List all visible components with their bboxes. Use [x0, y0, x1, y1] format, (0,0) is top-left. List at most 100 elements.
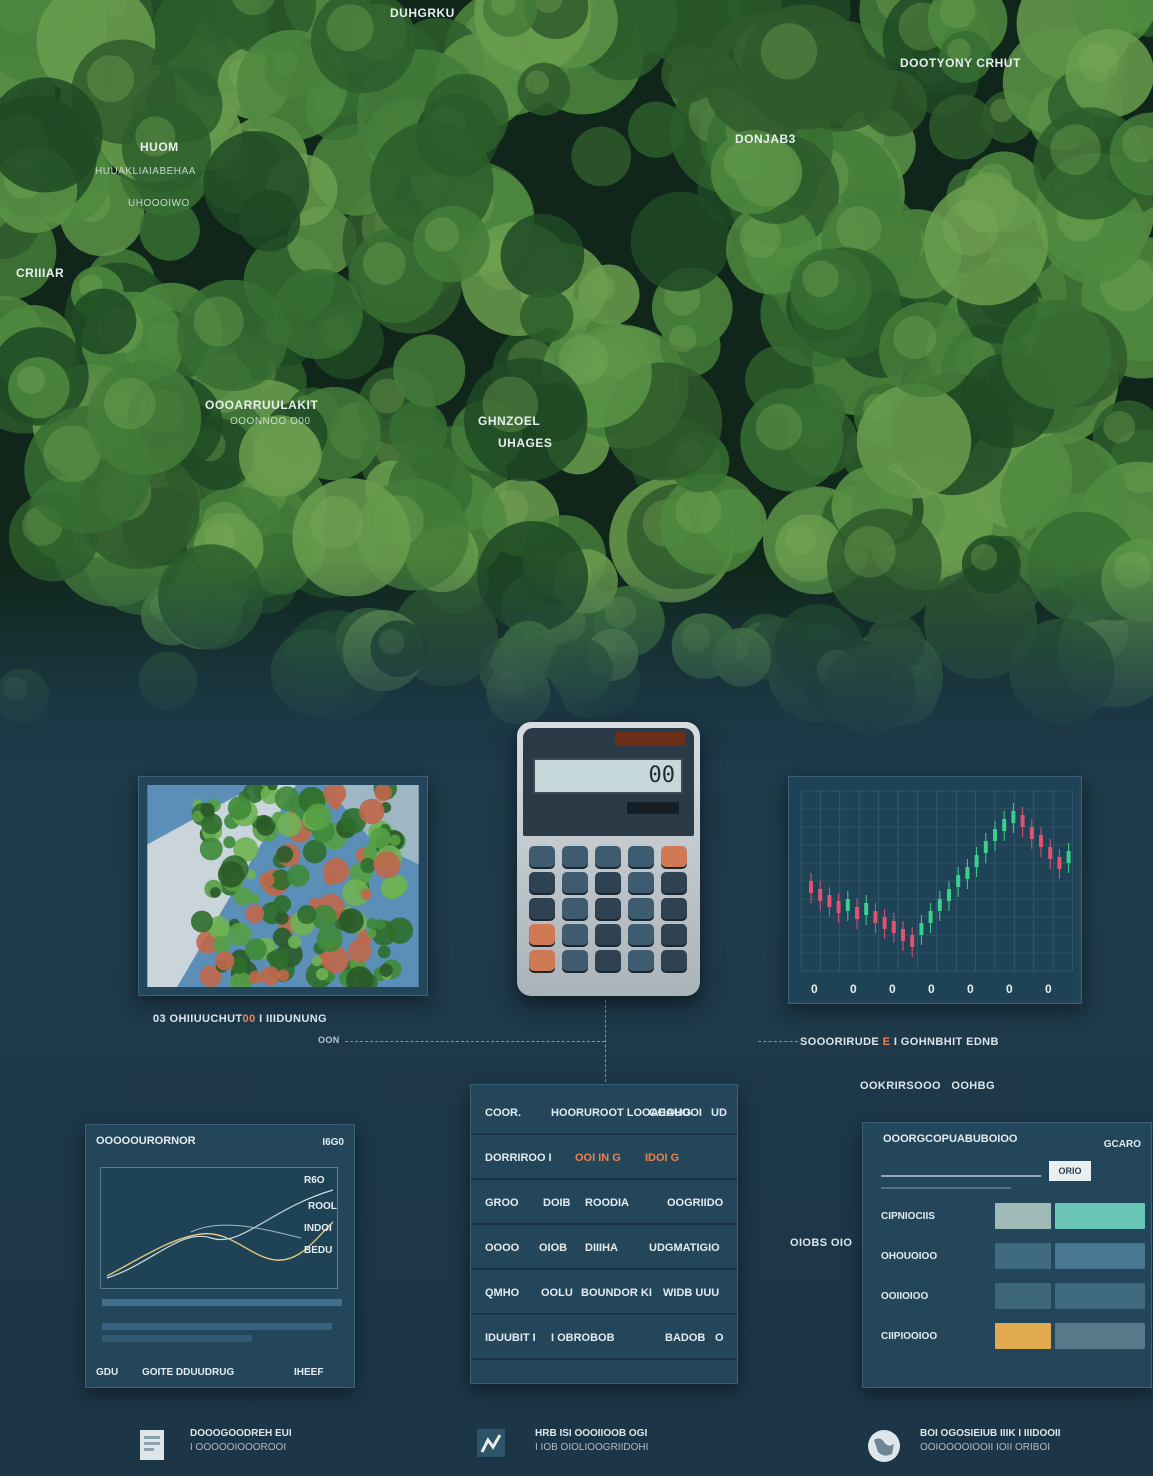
- settings-option[interactable]: [1055, 1243, 1145, 1269]
- settings-option[interactable]: [1055, 1203, 1145, 1229]
- table-row[interactable]: GROO DOIB ROODIA OOGRIIDO: [471, 1183, 737, 1225]
- calc-key[interactable]: [628, 872, 654, 893]
- divider: [881, 1187, 1011, 1189]
- photo-caption: 03 OHIIUUCHUT00 I IIIDUNUNG: [153, 1013, 328, 1025]
- chart-x-tick: 0: [1045, 982, 1052, 996]
- forest-label-top-right: DOOTYONY CRHUT: [900, 56, 1021, 70]
- table-row[interactable]: OOOO OIOB DIIIHA UDGMATIGIO: [471, 1228, 737, 1270]
- forest-label-lower-left: OOOARRUULAKIT: [205, 398, 319, 412]
- solar-panel: [615, 732, 685, 746]
- data-table-card: COOR. HOORUROOT LOOAEAUOOI OOOHG UD DORRIROO…: [470, 1084, 738, 1384]
- settings-badge: GCARO: [1103, 1139, 1141, 1150]
- calc-key[interactable]: [595, 924, 621, 945]
- calculator-label-strip: [627, 802, 679, 814]
- aerial-photo-panel: [138, 776, 428, 996]
- table-cell: BADOB: [665, 1332, 706, 1344]
- calc-key[interactable]: [529, 924, 555, 945]
- calc-key[interactable]: [628, 950, 654, 971]
- table-row[interactable]: QMHO OOLU BOUNDOR KI WIDB UUU: [471, 1273, 737, 1315]
- forest-label-far-left: CRIIIAR: [16, 266, 65, 280]
- settings-label: OOIIOIOO: [881, 1291, 929, 1302]
- calc-key[interactable]: [562, 846, 588, 867]
- footer-item-1: DOOOGOODREH EUI I OOOOOIOOOROOI: [190, 1428, 292, 1453]
- candlestick-chart: 0 0 0 0 0 0 0: [789, 777, 1079, 1001]
- chart-x-tick: 0: [967, 982, 974, 996]
- calc-key[interactable]: [595, 872, 621, 893]
- dash-label-left: OON: [318, 1035, 340, 1045]
- settings-option[interactable]: [1055, 1283, 1145, 1309]
- table-cell: OOLU: [541, 1287, 573, 1299]
- settings-option[interactable]: [995, 1323, 1051, 1349]
- table-cell: IDUUBIT I: [485, 1332, 536, 1344]
- calc-key[interactable]: [562, 898, 588, 919]
- slider-track[interactable]: [881, 1175, 1041, 1177]
- chart-x-tick: 0: [1006, 982, 1013, 996]
- calc-key[interactable]: [661, 898, 687, 919]
- forest-label-center-2: UHAGES: [498, 436, 553, 450]
- calc-key[interactable]: [661, 950, 687, 971]
- settings-option[interactable]: [1055, 1323, 1145, 1349]
- settings-option[interactable]: [995, 1283, 1051, 1309]
- line-legend-4: BEDU: [304, 1245, 333, 1256]
- table-cell: OOOO: [485, 1242, 520, 1254]
- table-cell: UDGMATIGIO: [649, 1242, 720, 1254]
- footer-item-3: BOI OGOSIEIUB IIIK I IIIDOOII OOIOOOOIOOI…: [920, 1428, 1061, 1453]
- connector-left: [345, 1041, 605, 1042]
- text-line: [102, 1299, 342, 1306]
- infographic: DUHGRKU DOOTYONY CRHUT DONJAB3 HUOM HUUA…: [0, 0, 1153, 1476]
- calc-key-clear[interactable]: [661, 846, 687, 867]
- calc-key[interactable]: [529, 950, 555, 971]
- settings-card: OOORGCOPUABUBOIOO GCARO ORIO CIPNIOCIIS O…: [862, 1122, 1152, 1388]
- aerial-photo-image: [147, 785, 419, 987]
- settings-label: CIPNIOCIIS: [881, 1211, 935, 1222]
- forest-label-left-3: UHOOOIWO: [128, 198, 190, 209]
- settings-title: OOORGCOPUABUBOIOO: [883, 1133, 1018, 1145]
- forest-label-left-2: HUUAKLIAIABEHAA: [95, 166, 196, 177]
- calc-key[interactable]: [628, 846, 654, 867]
- table-cell: GROO: [485, 1197, 519, 1209]
- calc-key[interactable]: [529, 872, 555, 893]
- table-cell: WIDB UUU: [663, 1287, 720, 1299]
- calc-key[interactable]: [628, 924, 654, 945]
- table-cell: ROODIA: [585, 1197, 629, 1209]
- settings-option[interactable]: [995, 1243, 1051, 1269]
- calc-key[interactable]: [595, 950, 621, 971]
- line-card-footer-b: GOITE DDUUDRUG: [142, 1367, 235, 1378]
- line-legend-3: INDOI: [304, 1223, 332, 1234]
- chart-x-tick: 0: [928, 982, 935, 996]
- calc-key[interactable]: [562, 950, 588, 971]
- settings-label: CIIPIOOIOO: [881, 1331, 938, 1342]
- calc-key[interactable]: [595, 846, 621, 867]
- table-cell: OOI IN G: [575, 1152, 621, 1164]
- table-row[interactable]: COOR. HOORUROOT LOOAEAUOOI OOOHG UD: [471, 1093, 737, 1135]
- calc-key[interactable]: [562, 924, 588, 945]
- calc-key[interactable]: [628, 898, 654, 919]
- forest-label-right: DONJAB3: [735, 132, 796, 146]
- table-cell: OOOHG: [649, 1107, 692, 1119]
- candlestick-chart-panel: 0 0 0 0 0 0 0: [788, 776, 1082, 1004]
- table-cell: IDOI G: [645, 1152, 680, 1164]
- line-card-title: OOOOOURORNOR: [96, 1135, 196, 1147]
- calc-key[interactable]: [562, 872, 588, 893]
- chart-x-tick: 0: [850, 982, 857, 996]
- table-cell: OOGRIIDO: [667, 1197, 724, 1209]
- settings-label: OHOUOIOO: [881, 1251, 938, 1262]
- chart-subcaption: OOKRIRSOOO OOHBG: [860, 1080, 995, 1092]
- line-chart: [106, 1189, 334, 1279]
- table-cell: OIOB: [539, 1242, 568, 1254]
- line-card-badge: I6G0: [322, 1137, 344, 1148]
- table-row[interactable]: DORRIROO I OOI IN G IDOI G: [471, 1138, 737, 1180]
- settings-option[interactable]: [995, 1203, 1051, 1229]
- calc-key[interactable]: [529, 846, 555, 867]
- table-row[interactable]: IDUUBIT I I OBROBOB BADOB O: [471, 1318, 737, 1360]
- table-cell: DORRIROO I: [485, 1152, 552, 1164]
- line-legend-1: R6O: [304, 1175, 325, 1186]
- calc-key[interactable]: [529, 898, 555, 919]
- calc-key[interactable]: [661, 872, 687, 893]
- calc-key[interactable]: [661, 924, 687, 945]
- settings-side-label: OIOBS OIO: [790, 1237, 853, 1249]
- calc-key[interactable]: [595, 898, 621, 919]
- slider-value-box[interactable]: ORIO: [1049, 1161, 1091, 1181]
- calculator-display: 00: [533, 758, 683, 794]
- table-cell: DIIIHA: [585, 1242, 618, 1254]
